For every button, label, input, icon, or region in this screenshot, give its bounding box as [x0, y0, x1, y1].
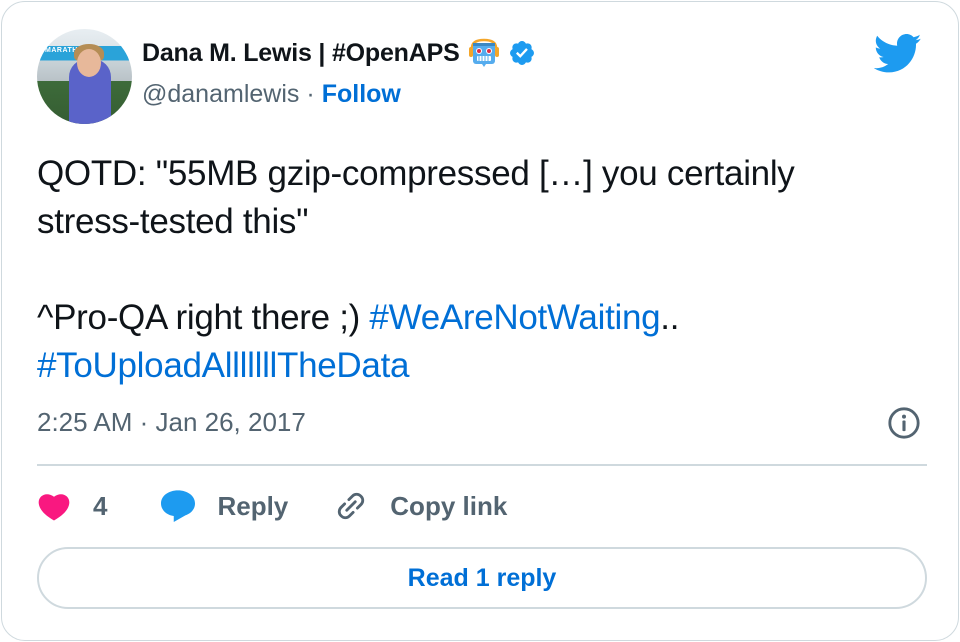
verified-badge-icon	[509, 41, 534, 65]
reply-button[interactable]: Reply	[159, 489, 288, 523]
author-name-row: Dana M. Lewis | #OpenAPS	[142, 38, 536, 68]
hashtag-link[interactable]: #ToUploadAlllllllTheData	[37, 346, 409, 385]
tweet-text-segment: ^Pro-QA right there ;)	[37, 298, 370, 337]
copy-link-label: Copy link	[390, 490, 508, 521]
tweet-line: ^Pro-QA right there ;) #WeAreNotWaiting.…	[37, 294, 917, 342]
twitter-bird-icon[interactable]	[874, 34, 922, 74]
divider	[37, 464, 927, 466]
speech-bubble-icon	[161, 490, 196, 523]
like-button[interactable]: 4	[37, 491, 107, 522]
tweet-card: MARATHON Dana M. Lewis | #OpenAPS @danam…	[1, 1, 959, 641]
author-display-name[interactable]: Dana M. Lewis | #OpenAPS	[142, 39, 460, 68]
avatar-head	[77, 49, 101, 77]
robot-emoji-icon	[468, 38, 499, 67]
author-avatar[interactable]: MARATHON	[37, 29, 132, 124]
tweet-line: stress-tested this"	[37, 202, 309, 241]
info-icon[interactable]	[887, 406, 921, 440]
separator-dot: ·	[306, 80, 315, 108]
author-handle-row: @danamlewis · Follow	[142, 80, 401, 109]
tweet-text: QOTD: "55MB gzip-compressed […] you cert…	[37, 150, 917, 390]
heart-icon	[38, 494, 70, 521]
tweet-line: #ToUploadAlllllllTheData	[37, 342, 917, 390]
tweet-text-segment: ..	[660, 298, 680, 337]
tweet-actions: 4 Reply Copy link	[37, 485, 507, 527]
author-handle[interactable]: @danamlewis	[142, 80, 299, 109]
link-icon	[338, 492, 365, 520]
tweet-line: QOTD: "55MB gzip-compressed […] you cert…	[37, 154, 795, 193]
reply-label: Reply	[217, 490, 289, 521]
read-replies-button[interactable]: Read 1 reply	[37, 547, 927, 609]
like-count: 4	[93, 490, 108, 521]
follow-link[interactable]: Follow	[322, 80, 401, 109]
hashtag-link[interactable]: #WeAreNotWaiting	[369, 298, 660, 337]
tweet-timestamp[interactable]: 2:25 AM · Jan 26, 2017	[37, 407, 306, 438]
copy-link-button[interactable]: Copy link	[334, 489, 507, 523]
